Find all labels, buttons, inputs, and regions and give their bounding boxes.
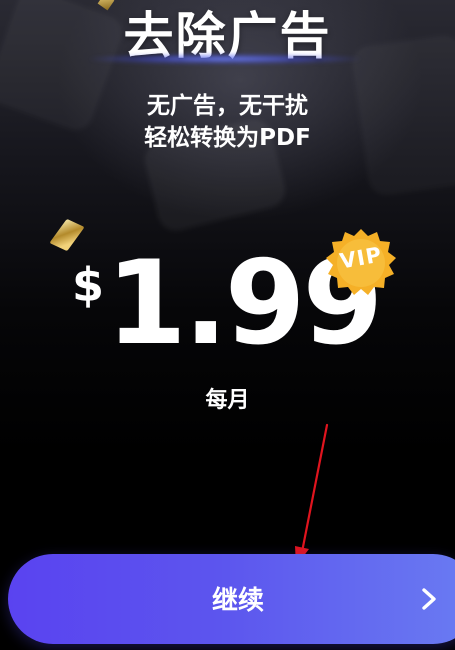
continue-button-label: 继续 xyxy=(211,585,264,615)
billing-period: 每月 xyxy=(205,388,250,413)
continue-button[interactable]: 继续 xyxy=(8,554,455,644)
subtitle-line-2: 轻松转换为PDF xyxy=(144,125,311,151)
price-display: $ 1.99 xyxy=(62,236,383,376)
subtitle-line-1: 无广告，无干扰 xyxy=(147,93,308,119)
remove-ads-screen: 去除广告 无广告，无干扰 轻松转换为PDF $ 1.99 VIP 每月 继续 xyxy=(0,0,455,650)
vip-badge: VIP xyxy=(324,227,398,301)
chevron-right-icon xyxy=(422,588,436,610)
price-currency: $ xyxy=(72,258,105,312)
title-underline-glow xyxy=(90,54,360,64)
